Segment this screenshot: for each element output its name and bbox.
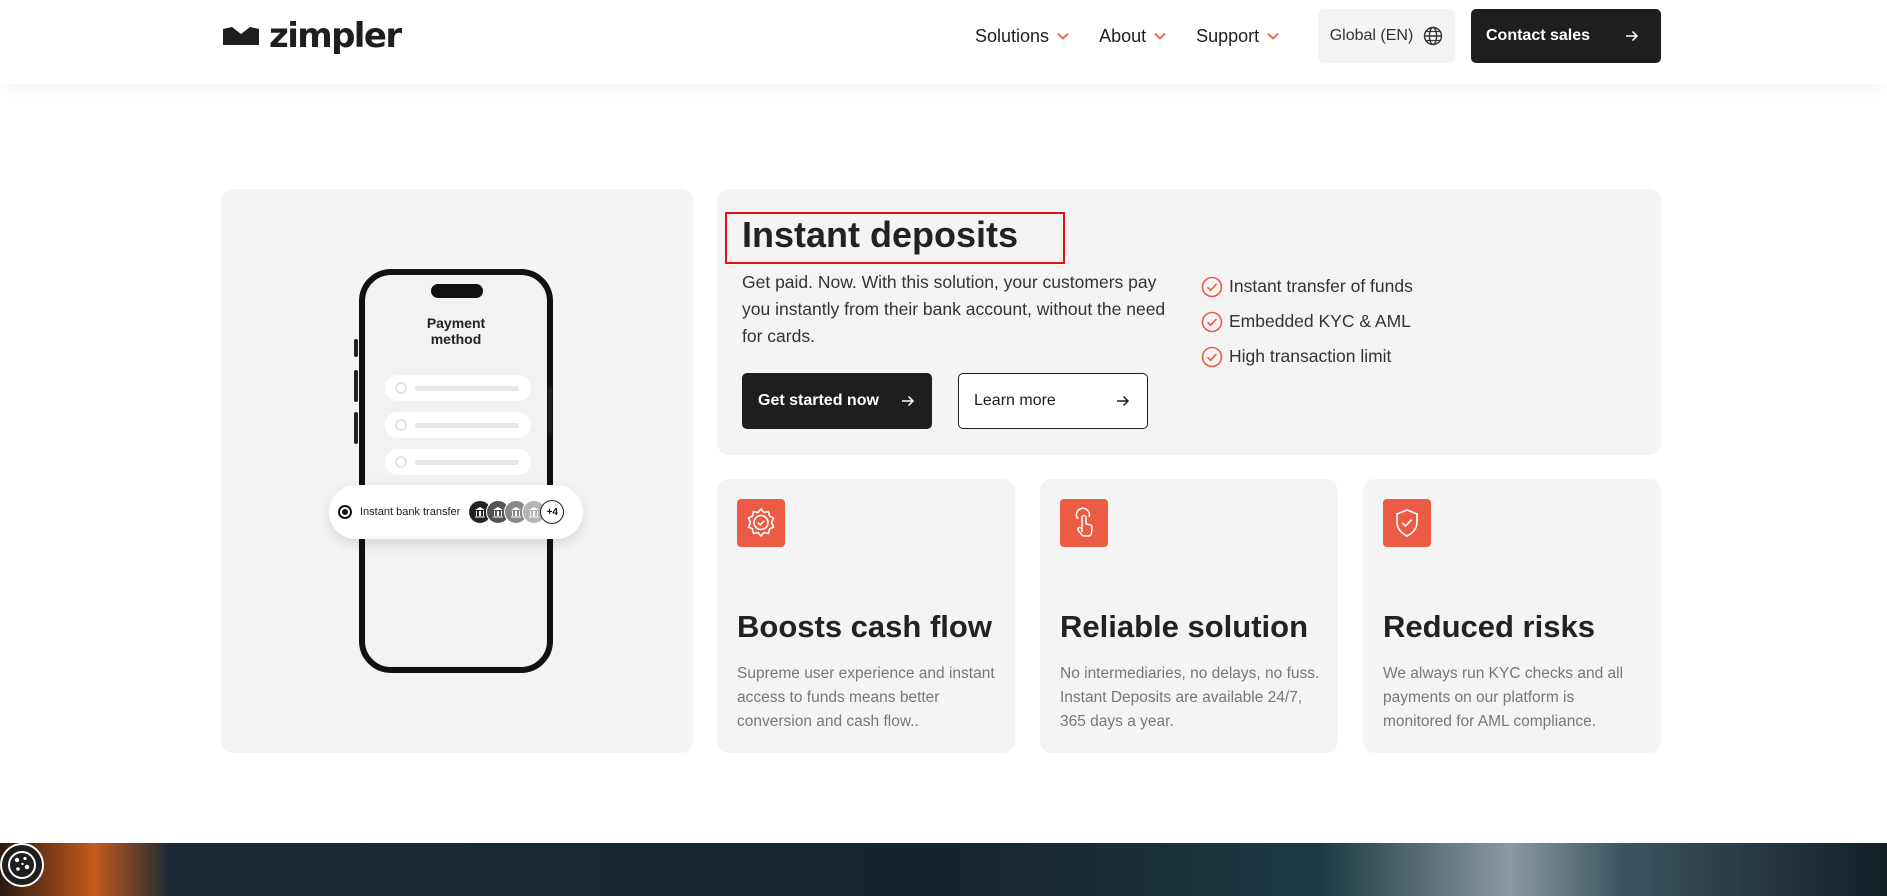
- instant-bank-transfer-option: Instant bank transfer +4: [329, 485, 583, 539]
- feature-item: Instant transfer of funds: [1201, 269, 1413, 304]
- payment-option-placeholder: [385, 375, 531, 401]
- instant-deposits-card: Instant deposits Get paid. Now. With thi…: [717, 189, 1661, 455]
- phone-side-button: [548, 387, 552, 433]
- learn-more-label: Learn more: [974, 392, 1056, 409]
- nav-support-label: Support: [1196, 25, 1260, 46]
- logo[interactable]: zimpler: [221, 16, 402, 56]
- globe-icon: [1424, 26, 1443, 46]
- feature-label: Embedded KYC & AML: [1229, 311, 1411, 331]
- logo-mark-icon: [223, 27, 259, 45]
- payment-method-title-line2: method: [430, 331, 482, 347]
- hero-title: Instant deposits: [742, 214, 1019, 255]
- phone-side-button: [354, 370, 358, 402]
- more-banks-badge: +4: [540, 500, 565, 524]
- payment-method-title-line1: Payment: [426, 315, 486, 331]
- phone-mockup: Payment method: [354, 269, 553, 673]
- cookie-icon: [8, 851, 36, 879]
- contact-sales-label: Contact sales: [1486, 27, 1591, 44]
- language-selector[interactable]: Global (EN): [1318, 9, 1455, 63]
- arrow-right-icon: [1117, 395, 1130, 407]
- radio-selected-icon: [338, 505, 352, 519]
- chevron-down-icon: [1267, 32, 1279, 40]
- nav-solutions-label: Solutions: [975, 25, 1050, 46]
- logo-text: zimpler: [269, 16, 402, 56]
- check-circle-icon: [1201, 346, 1223, 367]
- payment-method-title: Payment method: [365, 315, 547, 347]
- get-started-label: Get started now: [758, 392, 879, 409]
- arrow-right-icon: [1626, 30, 1639, 42]
- chevron-down-icon: [1154, 32, 1166, 40]
- tap-hand-icon: [1060, 499, 1108, 547]
- hero-description: Get paid. Now. With this solution, your …: [742, 272, 1166, 346]
- instant-bank-transfer-label: Instant bank transfer: [360, 506, 461, 518]
- cookie-settings-button[interactable]: [0, 843, 44, 887]
- benefit-card-risks: Reduced risks We always run KYC checks a…: [1363, 479, 1661, 753]
- benefit-title: Reliable solution: [1060, 609, 1309, 644]
- benefit-text: Supreme user experience and instant acce…: [737, 665, 995, 730]
- language-label: Global (EN): [1329, 27, 1414, 44]
- feature-label: High transaction limit: [1229, 346, 1392, 366]
- check-circle-icon: [1201, 276, 1223, 297]
- check-circle-icon: [1201, 311, 1223, 332]
- main-nav: Solutions About Support: [975, 22, 1279, 50]
- arrow-right-icon: [902, 395, 915, 407]
- contact-sales-button[interactable]: Contact sales: [1471, 9, 1661, 63]
- phone-side-button: [354, 412, 358, 444]
- nav-about[interactable]: About: [1099, 26, 1166, 47]
- nav-solutions[interactable]: Solutions: [975, 26, 1069, 47]
- phone-illustration-card: Payment method Instant bank transfer +4: [221, 189, 693, 753]
- chevron-down-icon: [1057, 32, 1069, 40]
- feature-list: Instant transfer of funds Embedded KYC &…: [1201, 269, 1413, 374]
- phone-notch: [431, 284, 483, 298]
- benefit-card-cash-flow: Boosts cash flow Supreme user experience…: [717, 479, 1015, 753]
- benefit-text: No intermediaries, no delays, no fuss. I…: [1060, 665, 1320, 730]
- feature-item: Embedded KYC & AML: [1201, 304, 1413, 339]
- payment-option-placeholder: [385, 449, 531, 475]
- benefit-card-reliable: Reliable solution No intermediaries, no …: [1040, 479, 1338, 753]
- next-section-banner: [0, 843, 1887, 896]
- nav-about-label: About: [1099, 25, 1147, 46]
- shield-check-icon: [1383, 499, 1431, 547]
- benefit-title: Reduced risks: [1383, 609, 1595, 644]
- payment-option-placeholder: [385, 412, 531, 438]
- nav-support[interactable]: Support: [1196, 26, 1279, 47]
- gear-check-icon: [737, 499, 785, 547]
- feature-item: High transaction limit: [1201, 339, 1413, 374]
- phone-side-button: [354, 339, 358, 357]
- benefit-text: We always run KYC checks and all payment…: [1383, 665, 1624, 730]
- learn-more-button[interactable]: Learn more: [958, 373, 1148, 429]
- site-header: zimpler Solutions About Support Global (…: [0, 0, 1887, 84]
- bank-icons: +4: [468, 500, 565, 524]
- benefit-title: Boosts cash flow: [737, 609, 992, 644]
- feature-label: Instant transfer of funds: [1229, 276, 1413, 296]
- get-started-button[interactable]: Get started now: [742, 373, 932, 429]
